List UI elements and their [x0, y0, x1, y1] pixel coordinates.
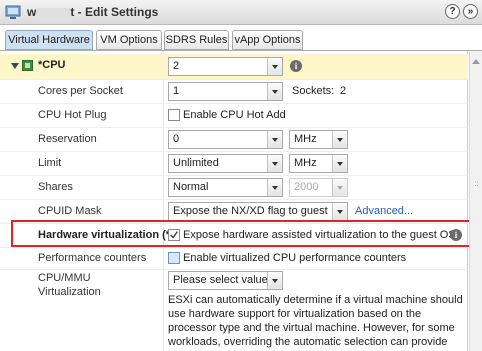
cpu-mmu-value: Please select value ...: [173, 274, 281, 286]
tab-vm-options[interactable]: VM Options: [96, 30, 162, 50]
cpu-hot-plug-label: CPU Hot Plug: [38, 109, 107, 121]
limit-unit: MHz: [294, 157, 317, 169]
vertical-scrollbar[interactable]: ::: [469, 51, 482, 351]
cpu-chip-icon: [22, 60, 33, 71]
cpu-count-select[interactable]: 2: [168, 57, 283, 76]
help-button[interactable]: ?: [445, 4, 460, 19]
cpu-mmu-label-line1: CPU/MMU: [38, 272, 91, 284]
redacted-name: [36, 8, 71, 18]
cpuid-mask-value: Expose the NX/XD flag to guest: [173, 205, 328, 217]
reservation-value: 0: [173, 133, 180, 145]
shares-number-input: 2000: [289, 178, 348, 197]
cpu-mmu-virtualization-row: CPU/MMU Virtualization Please select val…: [0, 270, 468, 351]
chevron-down-icon: [332, 179, 347, 196]
reservation-input[interactable]: 0: [168, 130, 283, 149]
shares-value: Normal: [173, 181, 209, 193]
chevron-down-icon[interactable]: [267, 83, 282, 100]
scroll-grip-icon[interactable]: ::: [473, 180, 480, 188]
cores-per-socket-label: Cores per Socket: [38, 85, 123, 97]
cpu-mmu-select[interactable]: Please select value ...: [168, 271, 283, 290]
tab-sdrs-rules[interactable]: SDRS Rules: [164, 30, 229, 50]
reservation-unit: MHz: [294, 133, 317, 145]
cpu-hot-plug-row: CPU Hot Plug Enable CPU Hot Add: [0, 104, 468, 127]
annotation-highlight-box: [11, 220, 477, 247]
cpu-mmu-description-line1: ESXi can automatically determine if a vi…: [168, 294, 463, 306]
window-titlebar: w t - Edit Settings ? »: [0, 0, 482, 25]
sockets-label: Sockets:: [292, 85, 335, 97]
enable-cpu-hot-add-checkbox[interactable]: [168, 109, 180, 121]
scroll-up-arrow-icon[interactable]: [472, 59, 480, 64]
window-title-prefix: w: [27, 5, 37, 19]
reservation-label: Reservation: [38, 133, 97, 145]
vm-icon: [5, 5, 21, 19]
limit-value: Unlimited: [173, 157, 219, 169]
chevron-down-icon[interactable]: [267, 155, 282, 172]
chevron-down-icon[interactable]: [267, 272, 282, 289]
cpu-mmu-description-line3: processor type and the virtual machine. …: [168, 322, 455, 334]
sockets-value: 2: [340, 85, 347, 97]
performance-counters-label: Performance counters: [38, 252, 147, 264]
limit-unit-select[interactable]: MHz: [289, 154, 348, 173]
expand-window-button[interactable]: »: [463, 4, 478, 19]
cpu-settings-grid: *CPU 2 i Cores per Socket 1 Sockets: 2 C…: [0, 51, 468, 351]
triangle-down-icon[interactable]: [11, 62, 19, 70]
shares-number: 2000: [294, 181, 319, 193]
limit-input[interactable]: Unlimited: [168, 154, 283, 173]
window-title: w t - Edit Settings: [27, 5, 158, 19]
chevron-down-icon[interactable]: [267, 131, 282, 148]
cpu-count-value: 2: [173, 60, 180, 72]
chevron-down-icon[interactable]: [332, 155, 347, 172]
cores-per-socket-select[interactable]: 1: [168, 82, 283, 101]
cores-per-socket-value: 1: [173, 85, 180, 97]
cpu-mmu-label-line2: Virtualization: [38, 286, 101, 298]
chevron-down-icon[interactable]: [267, 58, 282, 75]
cpu-row: *CPU 2 i: [0, 54, 468, 79]
cores-per-socket-row: Cores per Socket 1 Sockets: 2: [0, 80, 468, 103]
advanced-link[interactable]: Advanced...: [355, 205, 413, 217]
info-icon[interactable]: i: [290, 60, 302, 72]
enable-cpu-hot-add-text: Enable CPU Hot Add: [183, 109, 286, 121]
chevron-down-icon[interactable]: [332, 203, 347, 220]
window-title-suffix: t - Edit Settings: [70, 5, 159, 19]
cpu-label: *CPU: [38, 59, 66, 71]
shares-select[interactable]: Normal: [168, 178, 283, 197]
reservation-unit-select[interactable]: MHz: [289, 130, 348, 149]
limit-label: Limit: [38, 157, 62, 169]
limit-row: Limit Unlimited MHz: [0, 152, 468, 175]
tab-virtual-hardware[interactable]: Virtual Hardware: [5, 30, 93, 50]
chevron-down-icon[interactable]: [267, 179, 282, 196]
reservation-row: Reservation 0 MHz: [0, 128, 468, 151]
cpu-mmu-description-line2: use hardware support for virtualization …: [168, 308, 422, 320]
cpuid-mask-select[interactable]: Expose the NX/XD flag to guest: [168, 202, 348, 221]
cpu-mmu-description-line4: workloads, overriding the automatic sele…: [168, 336, 448, 348]
tab-vapp-options[interactable]: vApp Options: [232, 30, 303, 50]
shares-row: Shares Normal 2000: [0, 176, 468, 199]
chevron-down-icon[interactable]: [332, 131, 347, 148]
performance-counters-row: Performance counters Enable virtualized …: [0, 248, 468, 269]
enable-perf-counters-text: Enable virtualized CPU performance count…: [183, 252, 407, 264]
cpuid-mask-label: CPUID Mask: [38, 205, 102, 217]
enable-perf-counters-checkbox[interactable]: [168, 252, 180, 264]
shares-label: Shares: [38, 181, 73, 193]
